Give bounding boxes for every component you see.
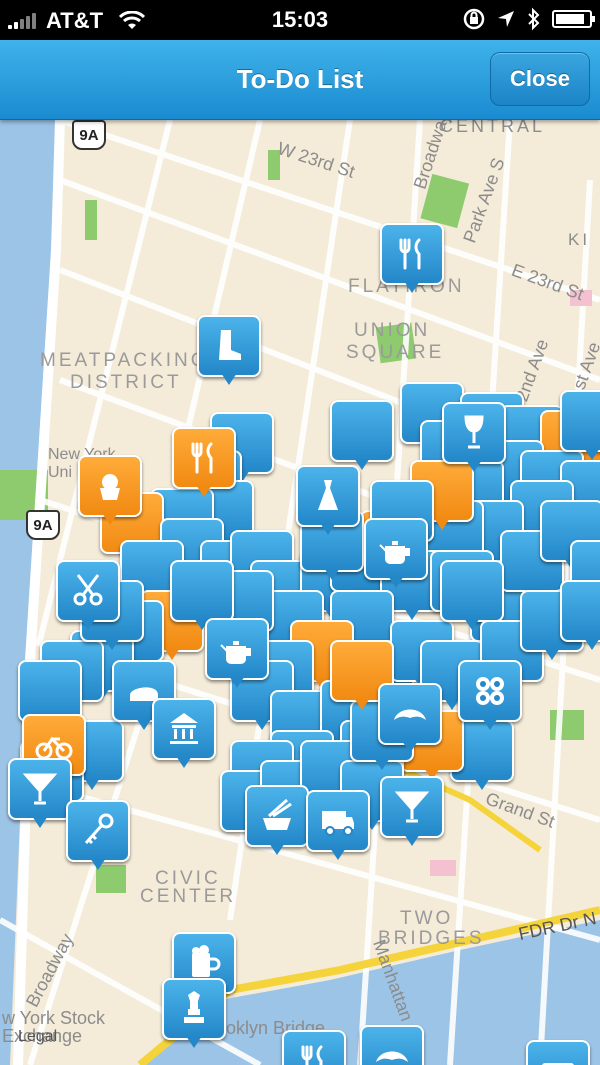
battery-icon: [552, 10, 595, 28]
map-pin-fork-knife[interactable]: [282, 1030, 346, 1065]
map-pin-food-truck[interactable]: [306, 790, 370, 864]
dress-icon: [318, 480, 338, 510]
map-label: UNION: [354, 320, 431, 341]
map-pin-croissant[interactable]: [378, 683, 442, 757]
map-label: DISTRICT: [70, 372, 182, 393]
fork-knife-icon: [399, 238, 421, 270]
fork-knife-icon: [301, 1045, 323, 1065]
rotation-lock-icon: [463, 8, 485, 30]
ticket-icon: [542, 1063, 574, 1065]
map-label: CENTER: [140, 886, 237, 907]
map-pin-noodles[interactable]: [245, 785, 309, 859]
croissant-icon: [376, 1051, 408, 1062]
sushi-icon: [476, 677, 504, 705]
map-label: KI: [568, 230, 591, 249]
legal-link[interactable]: Legal: [18, 1028, 57, 1046]
boot-icon: [219, 330, 241, 360]
teapot-icon: [220, 641, 251, 664]
beer-icon: [192, 945, 221, 977]
map-pin-dress[interactable]: [296, 465, 360, 539]
map-label: CENTRAL: [440, 120, 546, 136]
map-pin-cupcake[interactable]: [78, 455, 142, 529]
food-truck-icon: [322, 811, 354, 836]
map-pin-cluster[interactable]: [560, 390, 600, 464]
museum-icon: [170, 713, 198, 744]
key-icon: [84, 813, 114, 845]
wine-icon: [464, 415, 484, 449]
map-pin-cluster[interactable]: [330, 400, 394, 474]
cocktail-icon: [22, 773, 58, 805]
map-pin-cluster[interactable]: [560, 580, 600, 654]
map-pin-boot[interactable]: [197, 315, 261, 389]
croissant-icon: [394, 709, 426, 720]
map-view[interactable]: 9A 9A CENTRAL W 23rd St Broadway Park Av…: [0, 120, 600, 1065]
map-pin-cocktail[interactable]: [8, 758, 72, 832]
map-pin-fork-knife[interactable]: [172, 427, 236, 501]
close-button[interactable]: Close: [490, 52, 590, 106]
map-label: SQUARE: [346, 342, 445, 363]
map-pin-cocktail[interactable]: [380, 776, 444, 850]
teapot-icon: [379, 541, 410, 564]
scissors-icon: [73, 574, 103, 606]
navigation-bar: To-Do List Close: [0, 40, 600, 120]
map-pin-museum[interactable]: [152, 698, 216, 772]
highway-shield-9a: 9A: [26, 510, 60, 540]
location-arrow-icon: [498, 11, 514, 27]
status-bar: AT&T 15:03: [0, 0, 600, 40]
map-label: BRIDGES: [378, 928, 485, 949]
map-pin-fork-knife[interactable]: [380, 223, 444, 297]
bluetooth-icon: [528, 7, 540, 31]
statue-icon: [184, 991, 204, 1023]
map-label: MEATPACKING: [40, 350, 209, 371]
map-pin-ticket[interactable]: [526, 1040, 590, 1065]
map-pin-teapot[interactable]: [364, 518, 428, 592]
cocktail-icon: [394, 791, 430, 823]
map-pin-statue[interactable]: [162, 978, 226, 1052]
map-pin-scissors[interactable]: [56, 560, 120, 634]
status-right: [462, 7, 595, 31]
map-pin-croissant[interactable]: [360, 1025, 424, 1065]
map-label: TWO: [400, 908, 454, 929]
map-pin-key[interactable]: [66, 800, 130, 874]
map-pin-teapot[interactable]: [205, 618, 269, 692]
map-pin-sushi[interactable]: [458, 660, 522, 734]
fork-knife-icon: [191, 442, 213, 474]
cupcake-icon: [100, 474, 120, 500]
highway-shield-9a: 9A: [72, 120, 106, 150]
noodles-icon: [263, 798, 292, 830]
map-pin-wine[interactable]: [442, 402, 506, 476]
